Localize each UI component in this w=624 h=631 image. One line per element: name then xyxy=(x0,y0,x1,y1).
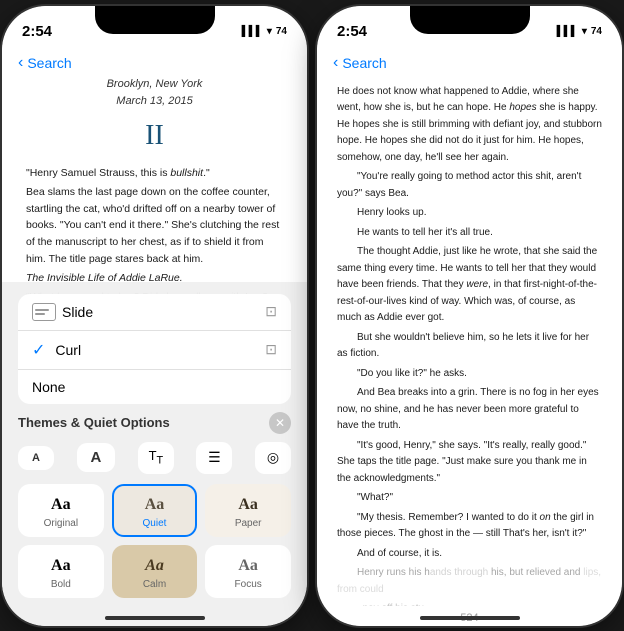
nav-bar-left[interactable]: ‹ Search xyxy=(2,50,307,76)
slide-icon-right: ⊡ xyxy=(265,303,277,320)
themes-title: Themes & Quiet Options xyxy=(18,415,170,430)
home-indicator-left xyxy=(105,616,205,620)
home-indicator-right xyxy=(420,616,520,620)
left-phone: 2:54 ▌▌▌ ▾ 74 ‹ Search Brooklyn, New Yor… xyxy=(2,6,307,626)
status-icons-left: ▌▌▌ ▾ 74 xyxy=(242,26,287,37)
theme-bold-text: Aa xyxy=(51,557,71,575)
close-button[interactable]: ✕ xyxy=(269,412,291,434)
scroll-none-label: None xyxy=(32,379,65,395)
signal-icon-right: ▌▌▌ xyxy=(557,26,578,37)
battery-icon: 74 xyxy=(276,26,287,37)
theme-calm-label: Calm xyxy=(143,579,166,590)
themes-header: Themes & Quiet Options ✕ xyxy=(18,412,291,434)
theme-calm-text: Aa xyxy=(145,557,164,575)
notch-right xyxy=(410,6,530,34)
overlay-panel: Slide ⊡ ✓ Curl ⊡ None xyxy=(2,282,307,626)
battery-icon-right: 74 xyxy=(591,26,602,37)
font-style-button[interactable]: TT xyxy=(138,442,174,474)
small-a-label: A xyxy=(32,452,40,464)
wifi-icon-right: ▾ xyxy=(582,26,587,37)
theme-bold-label: Bold xyxy=(51,579,71,590)
large-a-label: A xyxy=(91,449,102,466)
theme-paper[interactable]: Aa Paper xyxy=(205,484,291,537)
theme-original[interactable]: Aa Original xyxy=(18,484,104,537)
time-right: 2:54 xyxy=(337,23,367,40)
scroll-option-none[interactable]: None xyxy=(18,370,291,404)
chapter-number: II xyxy=(26,114,283,157)
theme-focus-text: Aa xyxy=(238,557,258,575)
back-chevron-right: ‹ xyxy=(333,54,338,72)
scroll-options: Slide ⊡ ✓ Curl ⊡ None xyxy=(18,294,291,404)
nav-bar-right[interactable]: ‹ Search xyxy=(317,50,622,76)
theme-original-text: Aa xyxy=(51,496,71,514)
theme-focus[interactable]: Aa Focus xyxy=(205,545,291,598)
layout-icon: ☰ xyxy=(208,449,221,466)
right-phone: 2:54 ▌▌▌ ▾ 74 ‹ Search He does not know … xyxy=(317,6,622,626)
font-increase-button[interactable]: A xyxy=(77,443,116,472)
font-style-icon: TT xyxy=(149,448,164,467)
theme-grid: Aa Original Aa Quiet Aa Paper Aa Bold xyxy=(18,484,291,598)
wifi-icon: ▾ xyxy=(267,26,272,37)
scroll-curl-label: Curl xyxy=(55,342,81,358)
signal-icon: ▌▌▌ xyxy=(242,26,263,37)
layout-button[interactable]: ☰ xyxy=(196,442,232,474)
theme-original-label: Original xyxy=(44,518,78,529)
theme-quiet-text: Aa xyxy=(145,496,165,514)
back-label-left[interactable]: Search xyxy=(27,55,71,71)
book-location: Brooklyn, New YorkMarch 13, 2015 xyxy=(26,76,283,110)
back-chevron-left: ‹ xyxy=(18,54,23,72)
reading-content: He does not know what happened to Addie,… xyxy=(317,76,622,606)
time-left: 2:54 xyxy=(22,23,52,40)
font-controls: A A TT ☰ ◎ xyxy=(18,442,291,474)
eye-icon: ◎ xyxy=(267,449,279,466)
theme-quiet[interactable]: Aa Quiet xyxy=(112,484,198,537)
check-icon: ✓ xyxy=(32,340,45,360)
scroll-slide-label: Slide xyxy=(62,304,93,320)
theme-paper-text: Aa xyxy=(238,496,258,514)
scroll-option-slide[interactable]: Slide ⊡ xyxy=(18,294,291,331)
font-decrease-button[interactable]: A xyxy=(18,446,54,470)
theme-calm[interactable]: Aa Calm xyxy=(112,545,198,598)
scroll-option-curl[interactable]: ✓ Curl ⊡ xyxy=(18,331,291,370)
slide-icon xyxy=(32,303,56,321)
theme-paper-label: Paper xyxy=(235,518,262,529)
notch xyxy=(95,6,215,34)
back-label-right[interactable]: Search xyxy=(342,55,386,71)
theme-quiet-label: Quiet xyxy=(143,518,167,529)
theme-bold[interactable]: Aa Bold xyxy=(18,545,104,598)
curl-icon-right: ⊡ xyxy=(265,341,277,358)
display-button[interactable]: ◎ xyxy=(255,442,291,474)
theme-focus-label: Focus xyxy=(235,579,262,590)
status-icons-right: ▌▌▌ ▾ 74 xyxy=(557,26,602,37)
